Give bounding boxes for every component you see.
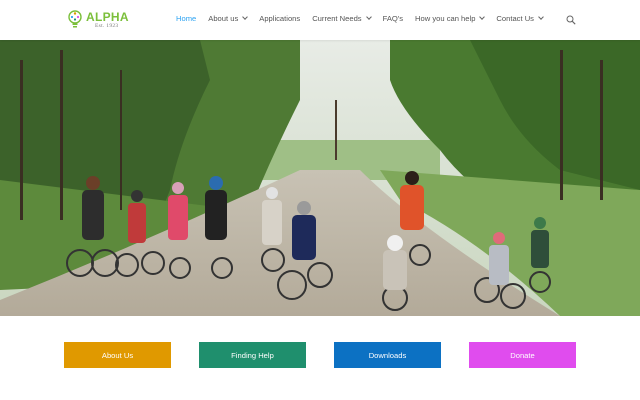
downloads-button-label: Downloads [368,350,407,360]
nav-item-label: Current Needs [312,14,362,23]
donate-button[interactable]: Donate [469,342,576,368]
finding-help-button-label: Finding Help [231,350,274,360]
logo-name: ALPHA [86,9,129,24]
finding-help-button[interactable]: Finding Help [199,342,306,368]
chevron-down-icon [242,14,249,20]
site-logo[interactable]: ALPHA Est. 1923 [66,9,129,31]
main-nav: Home About us Applications Current Needs… [176,14,555,23]
nav-item-label: Home [176,14,197,23]
chevron-down-icon [538,14,544,20]
nav-item-how-you-can-help[interactable]: How you can help [415,14,486,23]
nav-item-label: Contact Us [496,14,534,23]
nav-item-about-us[interactable]: About us [208,14,249,23]
chevron-down-icon [365,14,372,20]
children-bicycles-photo [0,40,640,316]
about-us-button-label: About Us [101,350,134,360]
nav-item-label: FAQ's [382,14,404,23]
about-us-button[interactable]: About Us [64,342,171,368]
nav-item-home[interactable]: Home [176,14,196,23]
nav-item-applications[interactable]: Applications [259,14,300,23]
nav-item-label: About us [208,14,239,23]
nav-item-faqs[interactable]: FAQ's [383,14,403,23]
nav-item-contact-us[interactable]: Contact Us [496,14,544,23]
nav-item-label: Applications [259,14,301,23]
downloads-button[interactable]: Downloads [334,342,441,368]
logo-established: Est. 1923 [95,22,119,29]
donate-button-label: Donate [510,350,535,360]
site-header: ALPHA Est. 1923 Home About us Applicatio… [0,0,640,40]
chevron-down-icon [479,14,486,20]
nav-item-label: How you can help [415,14,476,23]
nav-item-current-needs[interactable]: Current Needs [312,14,372,23]
search-icon[interactable] [566,15,576,25]
hero-image [0,40,640,316]
lightbulb-logo-icon [68,10,82,28]
